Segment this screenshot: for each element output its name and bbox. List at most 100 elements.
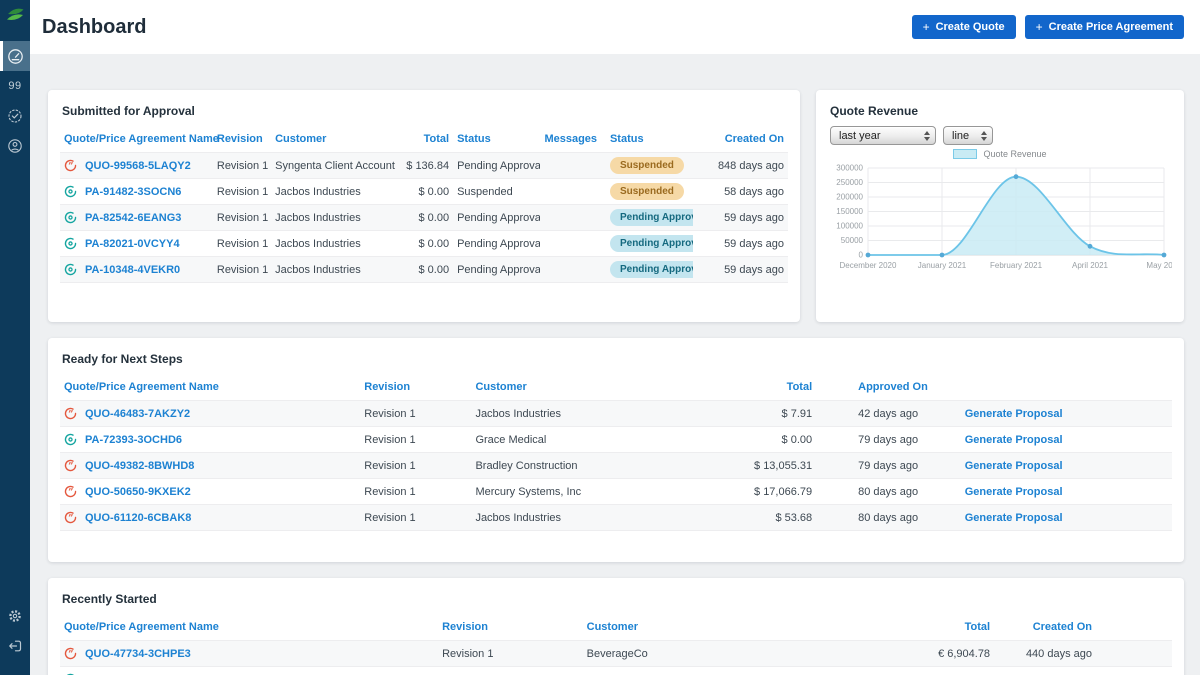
sidebar-item-approvals[interactable]: [0, 101, 30, 131]
svg-text:December 2020: December 2020: [840, 261, 897, 270]
section-title: Submitted for Approval: [62, 104, 788, 118]
revision-cell: Revision 1: [213, 231, 271, 257]
svg-text:50000: 50000: [841, 236, 864, 245]
column-header[interactable]: Revision: [438, 614, 583, 641]
table-row: ”QUO-50650-9KXEK2Revision 1Mercury Syste…: [60, 479, 1172, 505]
messages-cell: [540, 205, 606, 231]
created-on-cell: 440 days ago: [994, 641, 1172, 667]
generate-proposal-link[interactable]: Generate Proposal: [965, 460, 1063, 472]
sidebar-item-dashboard[interactable]: [0, 41, 30, 71]
created-on-cell: 848 days ago: [693, 153, 788, 179]
quote-revenue-chart: 050000100000150000200000250000300000Dece…: [828, 161, 1172, 283]
customer-cell: Bradley Construction: [471, 453, 716, 479]
record-link[interactable]: PA-72393-3OCHD6: [85, 434, 182, 446]
status-badge: Pending Approval: [610, 235, 693, 252]
generate-proposal-link[interactable]: Generate Proposal: [965, 512, 1063, 524]
select-arrows-icon: [981, 131, 987, 141]
plus-icon: +: [923, 20, 930, 34]
revision-cell: Revision 1: [360, 453, 471, 479]
customer-cell: Grace Medical: [471, 427, 716, 453]
record-link[interactable]: PA-10348-4VEKR0: [85, 264, 180, 276]
quote-icon: ”: [64, 485, 77, 498]
name-cell: PA-82021-0VCYY4: [60, 231, 213, 257]
record-link[interactable]: QUO-99568-5LAQY2: [85, 160, 191, 172]
quote-icon: ”: [64, 511, 77, 524]
generate-proposal-link[interactable]: Generate Proposal: [965, 434, 1063, 446]
record-link[interactable]: PA-82542-6EANG3: [85, 212, 181, 224]
approved-on-cell: 79 days ago: [816, 453, 961, 479]
revision-cell: Revision 1: [360, 401, 471, 427]
name-cell: ” QUO-50650-9KXEK2: [60, 479, 360, 505]
messages-cell: [540, 153, 606, 179]
column-header[interactable]: Customer: [271, 126, 395, 153]
record-link[interactable]: PA-82021-0VCYY4: [85, 238, 180, 250]
sidebar-item-settings[interactable]: [0, 601, 30, 631]
record-link[interactable]: QUO-46483-7AKZY2: [85, 408, 190, 420]
price-agreement-icon: [64, 185, 77, 198]
column-header[interactable]: Approved On: [816, 374, 961, 401]
column-header[interactable]: Quote/Price Agreement Name: [60, 614, 438, 641]
column-header[interactable]: Created On: [693, 126, 788, 153]
revision-cell: Revision 1: [438, 641, 583, 667]
quote-icon: ”: [64, 647, 77, 660]
quote-icon: ”: [64, 407, 77, 420]
revision-cell: Revision 1: [213, 179, 271, 205]
record-link[interactable]: QUO-50650-9KXEK2: [85, 486, 191, 498]
table-header-row: Quote/Price Agreement Name Revision Cust…: [60, 126, 788, 153]
action-cell: Generate Proposal: [961, 401, 1172, 427]
column-header[interactable]: Revision: [213, 126, 271, 153]
approved-on-cell: 79 days ago: [816, 427, 961, 453]
name-cell: ” QUO-49382-8BWHD8: [60, 453, 360, 479]
record-link[interactable]: PA-91482-3SOCN6: [85, 186, 181, 198]
column-header[interactable]: Quote/Price Agreement Name: [60, 126, 213, 153]
customer-cell: Jacbos Industries: [271, 257, 395, 283]
total-cell: $ 0.00: [395, 179, 453, 205]
status-badge-cell: Pending Approval: [606, 231, 693, 257]
column-header[interactable]: Status: [606, 126, 693, 153]
messages-cell: [540, 231, 606, 257]
app-logo: [4, 6, 26, 31]
leaf-logo-icon: [4, 6, 26, 26]
status-badge: Pending Approval: [610, 261, 693, 278]
record-link[interactable]: QUO-47734-3CHPE3: [85, 648, 191, 660]
status-cell: Pending Approval: [453, 205, 540, 231]
total-cell: $ 17,066.79: [716, 479, 816, 505]
chart-type-select[interactable]: line: [943, 126, 993, 145]
column-header[interactable]: Messages: [540, 126, 606, 153]
sidebar-item-logout[interactable]: [0, 631, 30, 661]
generate-proposal-link[interactable]: Generate Proposal: [965, 408, 1063, 420]
legend-swatch: [953, 149, 977, 159]
column-header[interactable]: Total: [883, 614, 994, 641]
status-cell: Pending Approval: [453, 153, 540, 179]
quote-revenue-card: Quote Revenue last year line Quote Reven…: [816, 90, 1184, 322]
sidebar-item-account[interactable]: [0, 131, 30, 161]
record-link[interactable]: QUO-49382-8BWHD8: [85, 460, 194, 472]
date-range-select[interactable]: last year: [830, 126, 936, 145]
total-cell: $ 0.00: [395, 257, 453, 283]
column-header[interactable]: Quote/Price Agreement Name: [60, 374, 360, 401]
sidebar-item-quotes-count[interactable]: 99: [0, 71, 30, 101]
create-quote-button[interactable]: + Create Quote: [912, 15, 1016, 39]
name-cell: PA-72393-3OCHD6: [60, 427, 360, 453]
generate-proposal-link[interactable]: Generate Proposal: [965, 486, 1063, 498]
created-on-cell: 59 days ago: [693, 231, 788, 257]
quote-icon: ”: [64, 459, 77, 472]
svg-text:”: ”: [68, 514, 73, 524]
created-on-cell: 59 days ago: [994, 667, 1172, 675]
column-header[interactable]: Created On: [994, 614, 1172, 641]
revision-cell: Revision 1: [438, 667, 583, 675]
column-header[interactable]: Status: [453, 126, 540, 153]
total-cell: $ 0.00: [883, 667, 994, 675]
column-header[interactable]: Total: [716, 374, 816, 401]
status-cell: Pending Approval: [453, 231, 540, 257]
column-header[interactable]: Customer: [471, 374, 716, 401]
column-header[interactable]: Total: [395, 126, 453, 153]
column-header[interactable]: Revision: [360, 374, 471, 401]
column-header[interactable]: Customer: [583, 614, 883, 641]
table-row: PA-10348-4VEKR0Revision 1Jacbos Industri…: [60, 257, 788, 283]
table-row: ”QUO-61120-6CBAK8Revision 1Jacbos Indust…: [60, 505, 1172, 531]
create-price-agreement-button[interactable]: + Create Price Agreement: [1025, 15, 1184, 39]
svg-text:January 2021: January 2021: [918, 261, 967, 270]
submitted-table: Quote/Price Agreement Name Revision Cust…: [60, 126, 788, 283]
record-link[interactable]: QUO-61120-6CBAK8: [85, 512, 191, 524]
